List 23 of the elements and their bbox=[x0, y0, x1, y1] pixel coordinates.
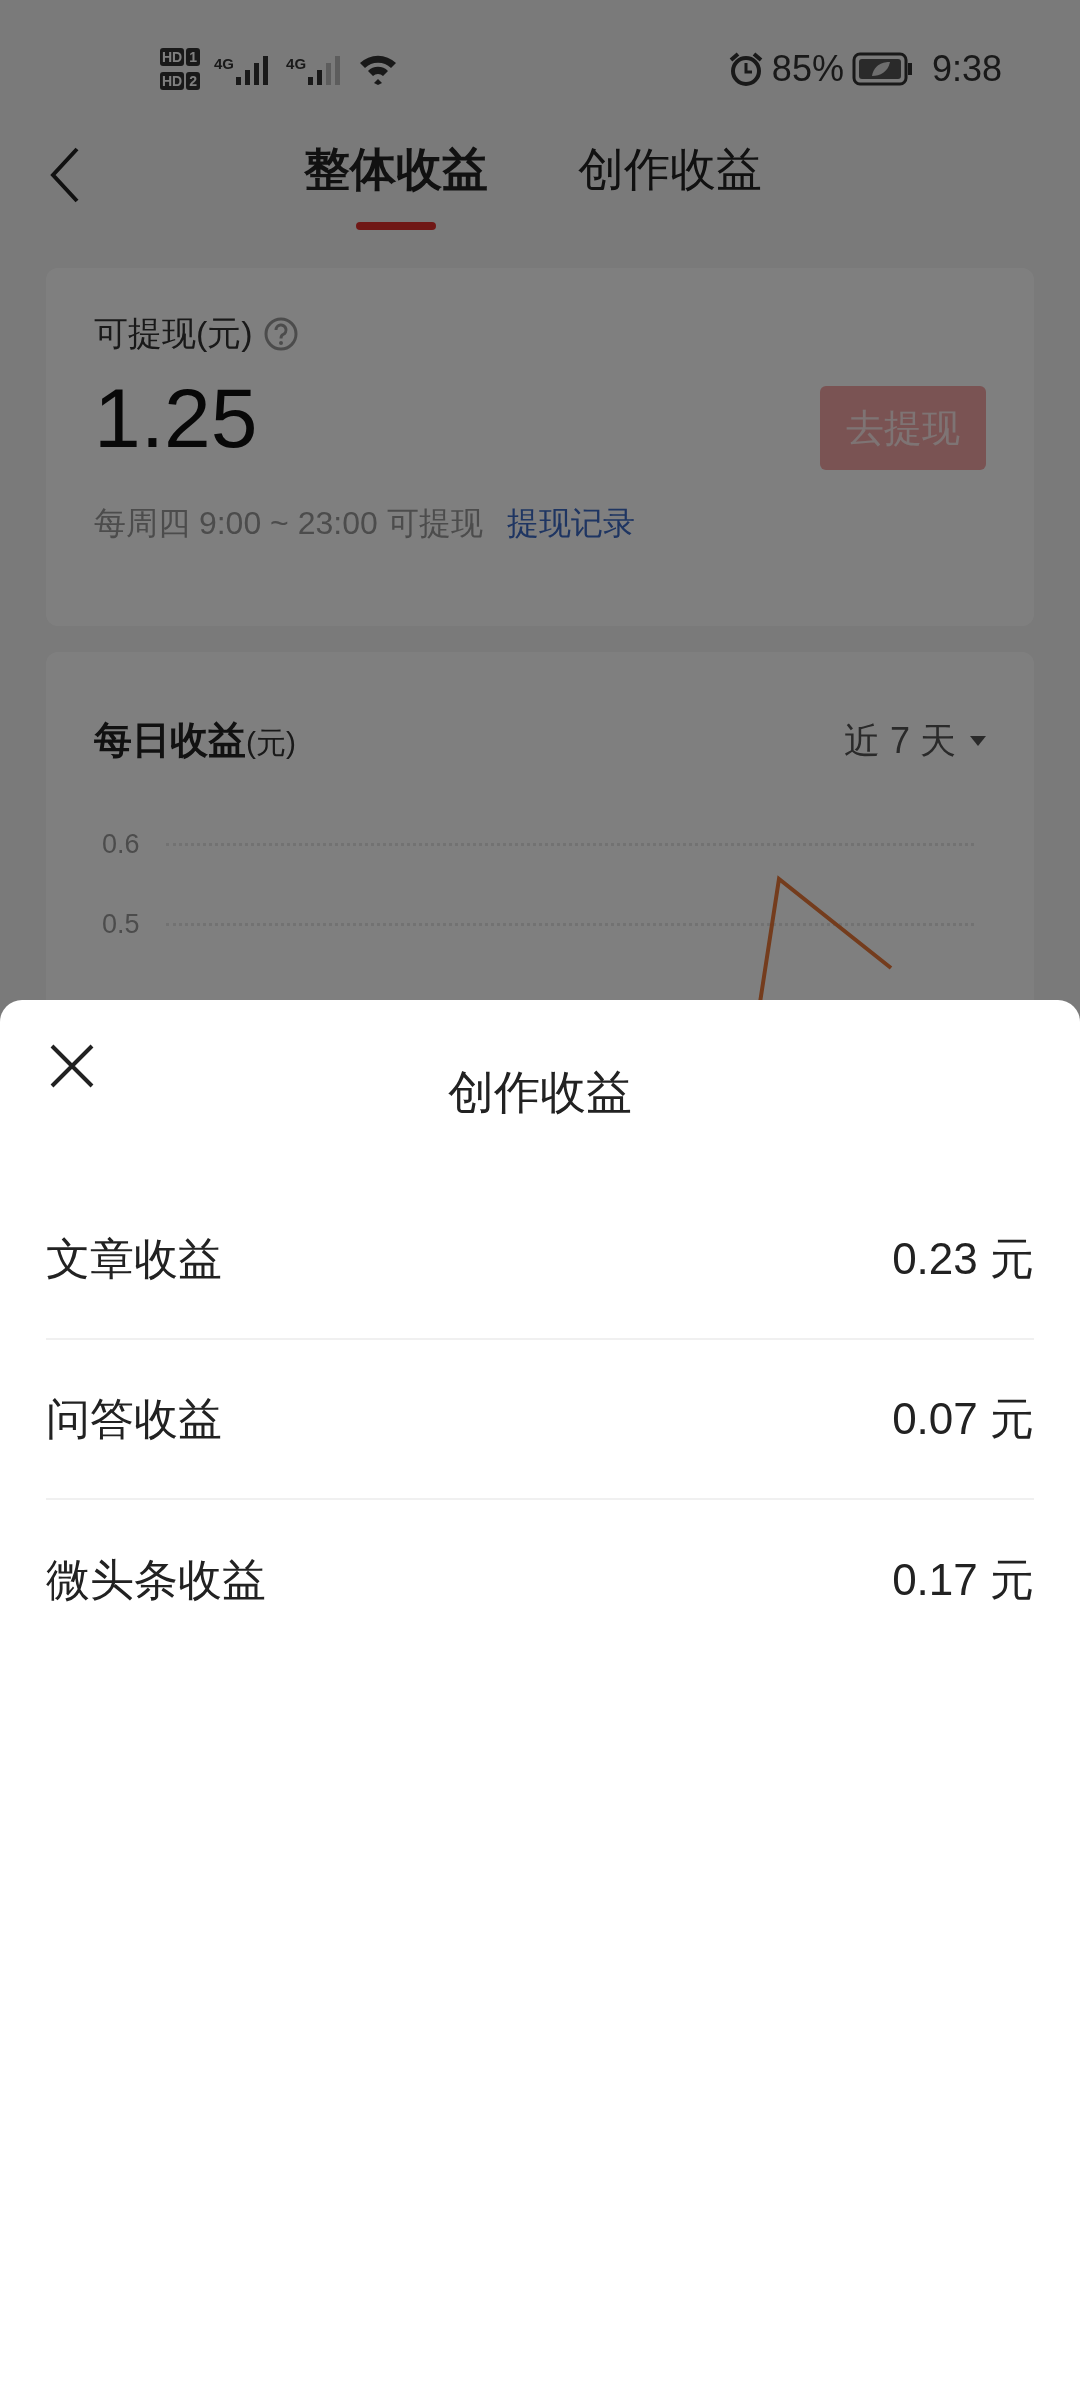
withdraw-history-link[interactable]: 提现记录 bbox=[506, 499, 635, 547]
income-value: 0.07 元 bbox=[892, 1393, 1034, 1445]
hd-badge: HD bbox=[160, 72, 185, 90]
withdraw-amount: 1.25 bbox=[94, 370, 258, 467]
tab[interactable]: 创作收益 bbox=[578, 134, 762, 216]
sim-badge: 2 bbox=[186, 72, 201, 90]
income-label: 问答收益 bbox=[46, 1393, 222, 1445]
tab[interactable]: 整体收益 bbox=[304, 134, 488, 216]
range-dropdown[interactable]: 近 7 天 bbox=[843, 713, 986, 768]
hd-badge: HD bbox=[160, 48, 185, 66]
income-label: 微头条收益 bbox=[46, 1554, 266, 1606]
withdraw-label: 可提现(元) bbox=[94, 313, 253, 354]
daily-unit: (元) bbox=[246, 725, 296, 761]
battery-percent: 85% bbox=[771, 47, 844, 91]
sheet-title: 创作收益 bbox=[448, 1065, 632, 1120]
income-label: 文章收益 bbox=[46, 1233, 222, 1285]
status-time: 9:38 bbox=[931, 47, 1002, 91]
sim-badge: 1 bbox=[186, 48, 201, 66]
income-value: 0.23 元 bbox=[892, 1233, 1034, 1285]
daily-title: 每日收益 bbox=[94, 718, 246, 763]
network-label: 4G bbox=[286, 54, 307, 74]
income-value: 0.17 元 bbox=[892, 1554, 1034, 1606]
network-label: 4G bbox=[214, 54, 235, 74]
